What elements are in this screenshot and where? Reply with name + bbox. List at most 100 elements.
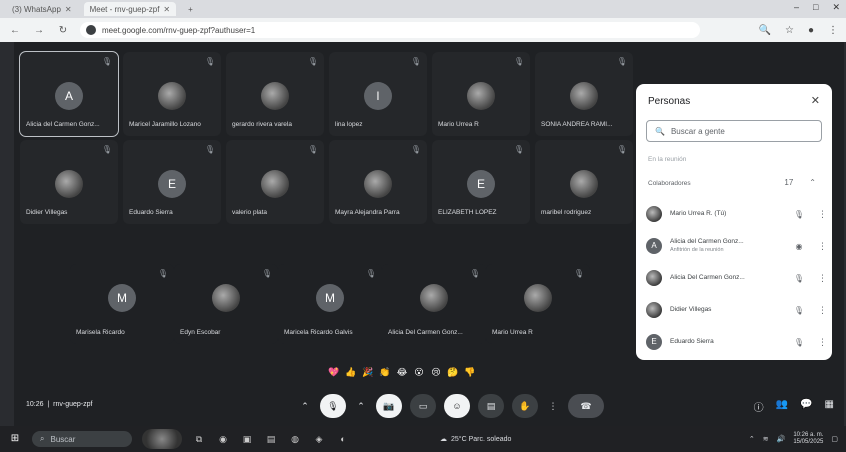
taskbar-weather[interactable]: ☁ 25°C Parc. soleado	[440, 435, 512, 444]
people-search-input[interactable]: 🔍 Buscar a gente	[646, 120, 822, 142]
more-options-icon[interactable]: ⋮	[818, 273, 827, 284]
weather-icon: ☁	[440, 436, 447, 443]
more-options-icon[interactable]: ⋮	[818, 209, 827, 220]
files-icon[interactable]: ▤	[264, 432, 278, 446]
participant-list-item[interactable]: Mario Urrea R. (Tú) 🎙 ⋮	[646, 202, 827, 226]
emoji-button[interactable]: ☺	[444, 394, 470, 418]
reload-icon[interactable]: ↻	[56, 25, 70, 36]
windows-start-icon[interactable]: ⊞	[8, 432, 22, 446]
chrome-icon[interactable]: ◍	[288, 432, 302, 446]
new-tab-button[interactable]: +	[182, 2, 199, 16]
participant-tile[interactable]: 🎙 Maricel Jaramillo Lozano	[123, 52, 221, 136]
participant-tile[interactable]: 🎙 E ELIZABETH LOPEZ	[432, 140, 530, 224]
back-icon[interactable]: ←	[8, 25, 22, 36]
store-icon[interactable]: ▣	[240, 432, 254, 446]
participant-list-item[interactable]: A Alicia del Carmen Gonz... Anfitrión de l…	[646, 234, 827, 258]
close-tab-icon[interactable]: ✕	[65, 5, 72, 14]
taskbar-widget-image[interactable]	[142, 429, 182, 449]
speaking-indicator-icon[interactable]: ◉	[792, 242, 806, 251]
participant-tile[interactable]: 🎙 E Eduardo Sierra	[123, 140, 221, 224]
tab-meet[interactable]: Meet - rnv-guep-zpf ✕	[83, 2, 177, 16]
maximize-button[interactable]: □	[813, 2, 818, 13]
close-window-button[interactable]: ✕	[832, 2, 840, 13]
mic-options-icon[interactable]: ⌃	[298, 394, 312, 418]
captions-button[interactable]: ▭	[410, 394, 436, 418]
info-icon[interactable]: ⓘ	[754, 399, 764, 414]
participant-tile[interactable]: 🎙 A Alicia del Carmen Gonz...	[19, 51, 119, 137]
reaction-button[interactable]: 😂	[396, 366, 408, 378]
participant-list-item[interactable]: E Eduardo Sierra 🎙 ⋮	[646, 330, 827, 354]
more-options-icon[interactable]: ⋮	[818, 241, 827, 252]
reaction-button[interactable]: 👍	[345, 366, 357, 378]
reaction-button[interactable]: 👎	[464, 366, 476, 378]
mic-muted-icon: 🎙	[204, 57, 215, 66]
participant-tile[interactable]: 🎙 SONIA ANDREA RAMI...	[535, 52, 633, 136]
participant-tile[interactable]: 🎙 valerio plata	[226, 140, 324, 224]
leave-call-button[interactable]: ☎	[568, 394, 604, 418]
participant-list-item[interactable]: Alicia Del Carmen Gonz... 🎙 ⋮	[646, 266, 827, 290]
participant-tile[interactable]: 🎙 Edyn Escobar	[174, 264, 278, 344]
people-icon[interactable]: 👥	[776, 399, 788, 414]
participant-tile[interactable]: 🎙 Mario Urrea R	[486, 264, 590, 344]
participant-name-text: Mario Urrea R. (Tú)	[670, 210, 727, 217]
participant-tile[interactable]: 🎙 l lina lopez	[329, 52, 427, 136]
reaction-button[interactable]: 🎉	[362, 366, 374, 378]
close-panel-icon[interactable]: ✕	[811, 94, 820, 107]
more-options-icon[interactable]: ⋮	[818, 337, 827, 348]
participant-tile[interactable]: 🎙 maribel rodriguez	[535, 140, 633, 224]
raise-hand-button[interactable]: ✋	[512, 394, 538, 418]
more-options-icon[interactable]: ⋮	[818, 305, 827, 316]
camera-off-button[interactable]: 📷	[376, 394, 402, 418]
participant-tile[interactable]: 🎙 M Marisela Ricardo	[70, 264, 174, 344]
participant-name: Didier Villegas	[26, 209, 68, 216]
mic-muted-icon[interactable]: 🎙	[792, 306, 806, 315]
zoom-icon[interactable]: 🔍	[759, 25, 771, 36]
close-tab-icon[interactable]: ✕	[163, 5, 170, 14]
activities-icon[interactable]: ▦	[825, 399, 834, 414]
camera-options-icon[interactable]: ⌃	[354, 394, 368, 418]
taskbar-search-input[interactable]: ⌕ Buscar	[32, 431, 132, 447]
app-icon-2[interactable]: ◐	[336, 432, 350, 446]
minimize-button[interactable]: –	[794, 2, 799, 13]
menu-icon[interactable]: ⋮	[828, 25, 838, 36]
profile-icon[interactable]: ●	[808, 25, 814, 36]
taskbar-clock[interactable]: 10:26 a. m. 15/05/2025	[793, 432, 823, 446]
mic-muted-icon[interactable]: 🎙	[792, 338, 806, 347]
edge-icon[interactable]: ◉	[216, 432, 230, 446]
chat-icon[interactable]: 💬	[800, 399, 812, 414]
mic-muted-icon[interactable]: 🎙	[792, 210, 806, 219]
participant-name: Maricel Jaramillo Lozano	[129, 121, 201, 128]
weather-text: 25°C Parc. soleado	[451, 435, 512, 443]
reaction-button[interactable]: 😮	[413, 366, 425, 378]
reaction-button[interactable]: 💖	[328, 366, 340, 378]
reaction-button[interactable]: 👏	[379, 366, 391, 378]
participant-tile[interactable]: 🎙 Mayra Alejandra Parra	[329, 140, 427, 224]
more-options-icon[interactable]: ⋮	[546, 394, 560, 418]
mic-off-button[interactable]: 🎙	[320, 394, 346, 418]
group-label[interactable]: Colaboradores	[648, 180, 691, 187]
reaction-button[interactable]: 😢	[430, 366, 442, 378]
task-view-icon[interactable]: ⧉	[192, 432, 206, 446]
chevron-up-icon[interactable]: ⌃	[809, 178, 816, 187]
participant-tile[interactable]: 🎙 M Maricela Ricardo Galvis	[278, 264, 382, 344]
reaction-button[interactable]: 🤔	[447, 366, 459, 378]
participant-avatar	[524, 284, 552, 312]
present-button[interactable]: ▤	[478, 394, 504, 418]
tab-whatsapp[interactable]: (3) WhatsApp ✕	[6, 2, 78, 16]
app-icon[interactable]: ◈	[312, 432, 326, 446]
forward-icon[interactable]: →	[32, 25, 46, 36]
participant-list-item[interactable]: Didier Villegas 🎙 ⋮	[646, 298, 827, 322]
bookmark-star-icon[interactable]: ☆	[785, 25, 794, 36]
participant-tile[interactable]: 🎙 Alicia Del Carmen Gonz...	[382, 264, 486, 344]
wifi-icon[interactable]: ≋	[763, 435, 769, 443]
address-bar[interactable]: meet.google.com/rnv-guep-zpf?authuser=1	[80, 22, 700, 38]
participant-tile[interactable]: 🎙 Mario Urrea R	[432, 52, 530, 136]
volume-icon[interactable]: 🔊	[777, 435, 786, 443]
mic-muted-icon[interactable]: 🎙	[792, 274, 806, 283]
notifications-icon[interactable]: ▢	[831, 435, 838, 443]
tray-chevron-icon[interactable]: ⌃	[749, 435, 755, 443]
participant-tile[interactable]: 🎙 gerardo rivera varela	[226, 52, 324, 136]
url-text: meet.google.com/rnv-guep-zpf?authuser=1	[102, 25, 256, 35]
participant-tile[interactable]: 🎙 Didier Villegas	[20, 140, 118, 224]
site-info-icon[interactable]	[86, 25, 96, 35]
